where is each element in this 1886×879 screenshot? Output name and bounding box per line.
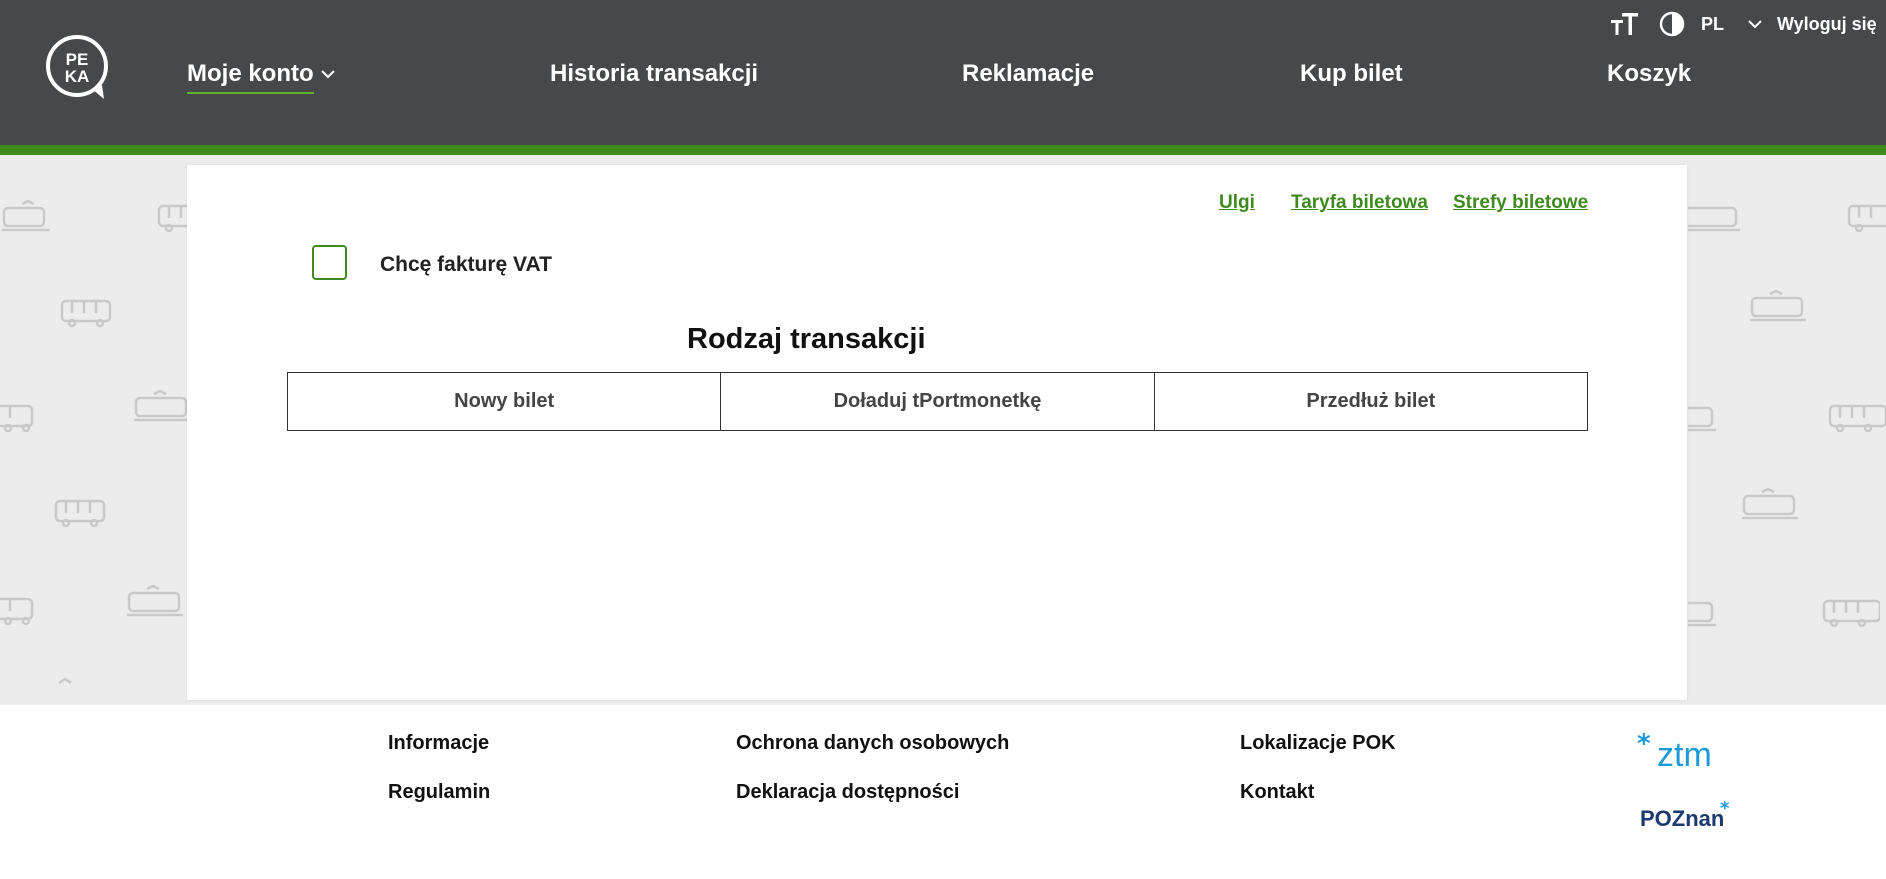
poznan-logo[interactable]: POZnan * (1640, 800, 1740, 830)
text-size-button[interactable] (1610, 10, 1640, 38)
logout-link[interactable]: Wyloguj się (1777, 10, 1877, 38)
nav-kup-bilet[interactable]: Kup bilet (1300, 60, 1403, 88)
svg-text:*: * (1637, 730, 1651, 759)
tab-doladuj-tportmonetke[interactable]: Doładuj tPortmonetkę (720, 373, 1154, 430)
tram-icon (2, 200, 50, 232)
bus-icon (0, 597, 34, 626)
footer-link-informacje[interactable]: Informacje (388, 732, 489, 755)
top-header: PE KA Moje konto Historia transakcji Rek… (0, 0, 1886, 145)
header-accent-stripe (0, 145, 1886, 155)
ztm-logo-text: ztm (1657, 736, 1712, 770)
contrast-button[interactable] (1658, 10, 1686, 38)
tram-icon (1688, 601, 1716, 627)
page-footer: Informacje Regulamin Ochrona danych osob… (0, 705, 1886, 879)
language-selector[interactable]: PL (1701, 10, 1764, 38)
link-ulgi[interactable]: Ulgi (1219, 192, 1255, 214)
tram-icon (1688, 206, 1740, 232)
footer-link-ochrona-danych[interactable]: Ochrona danych osobowych (736, 732, 1009, 755)
chevron-down-icon (1748, 20, 1762, 29)
footer-link-regulamin[interactable]: Regulamin (388, 781, 490, 804)
poznan-logo-text: POZnan (1640, 806, 1724, 830)
language-value: PL (1701, 13, 1725, 34)
transaction-card: Ulgi Taryfa biletowa Strefy biletowe Chc… (187, 165, 1687, 700)
tram-icon (127, 585, 183, 617)
tram-icon (1688, 406, 1716, 432)
nav-moje-konto[interactable]: Moje konto (187, 60, 314, 94)
bus-icon (1828, 404, 1886, 433)
text-size-icon (1611, 13, 1638, 35)
nav-historia-transakcji[interactable]: Historia transakcji (550, 60, 758, 88)
tram-icon (134, 390, 190, 422)
footer-link-deklaracja-dostepnosci[interactable]: Deklaracja dostępności (736, 781, 959, 804)
vat-invoice-checkbox[interactable] (312, 245, 347, 280)
link-taryfa-biletowa[interactable]: Taryfa biletowa (1291, 192, 1428, 214)
logo-text-bottom: KA (65, 67, 90, 86)
tab-przedluz-bilet[interactable]: Przedłuż bilet (1153, 373, 1587, 430)
vat-invoice-label[interactable]: Chcę fakturę VAT (380, 253, 552, 277)
tram-icon (1742, 488, 1798, 520)
svg-text:*: * (1720, 800, 1730, 819)
ztm-logo[interactable]: * ztm (1635, 730, 1730, 770)
contrast-icon (1659, 11, 1685, 37)
bus-icon (1847, 204, 1886, 233)
nav-koszyk[interactable]: Koszyk (1607, 60, 1691, 88)
nav-reklamacje[interactable]: Reklamacje (962, 60, 1094, 88)
chevron-down-icon[interactable] (318, 64, 338, 84)
peka-logo[interactable]: PE KA (44, 33, 112, 101)
bus-icon (60, 299, 112, 328)
tab-nowy-bilet[interactable]: Nowy bilet (288, 373, 721, 430)
bus-icon (0, 404, 34, 433)
tram-icon (1750, 290, 1806, 322)
link-strefy-biletowe[interactable]: Strefy biletowe (1453, 192, 1588, 214)
section-title: Rodzaj transakcji (687, 323, 926, 355)
bus-icon (54, 499, 106, 528)
transaction-type-tabs: Nowy bilet Doładuj tPortmonetkę Przedłuż… (287, 372, 1588, 431)
tram-icon (58, 677, 72, 685)
footer-link-kontakt[interactable]: Kontakt (1240, 781, 1314, 804)
footer-link-lokalizacje-pok[interactable]: Lokalizacje POK (1240, 732, 1396, 755)
bus-icon (1822, 599, 1880, 628)
